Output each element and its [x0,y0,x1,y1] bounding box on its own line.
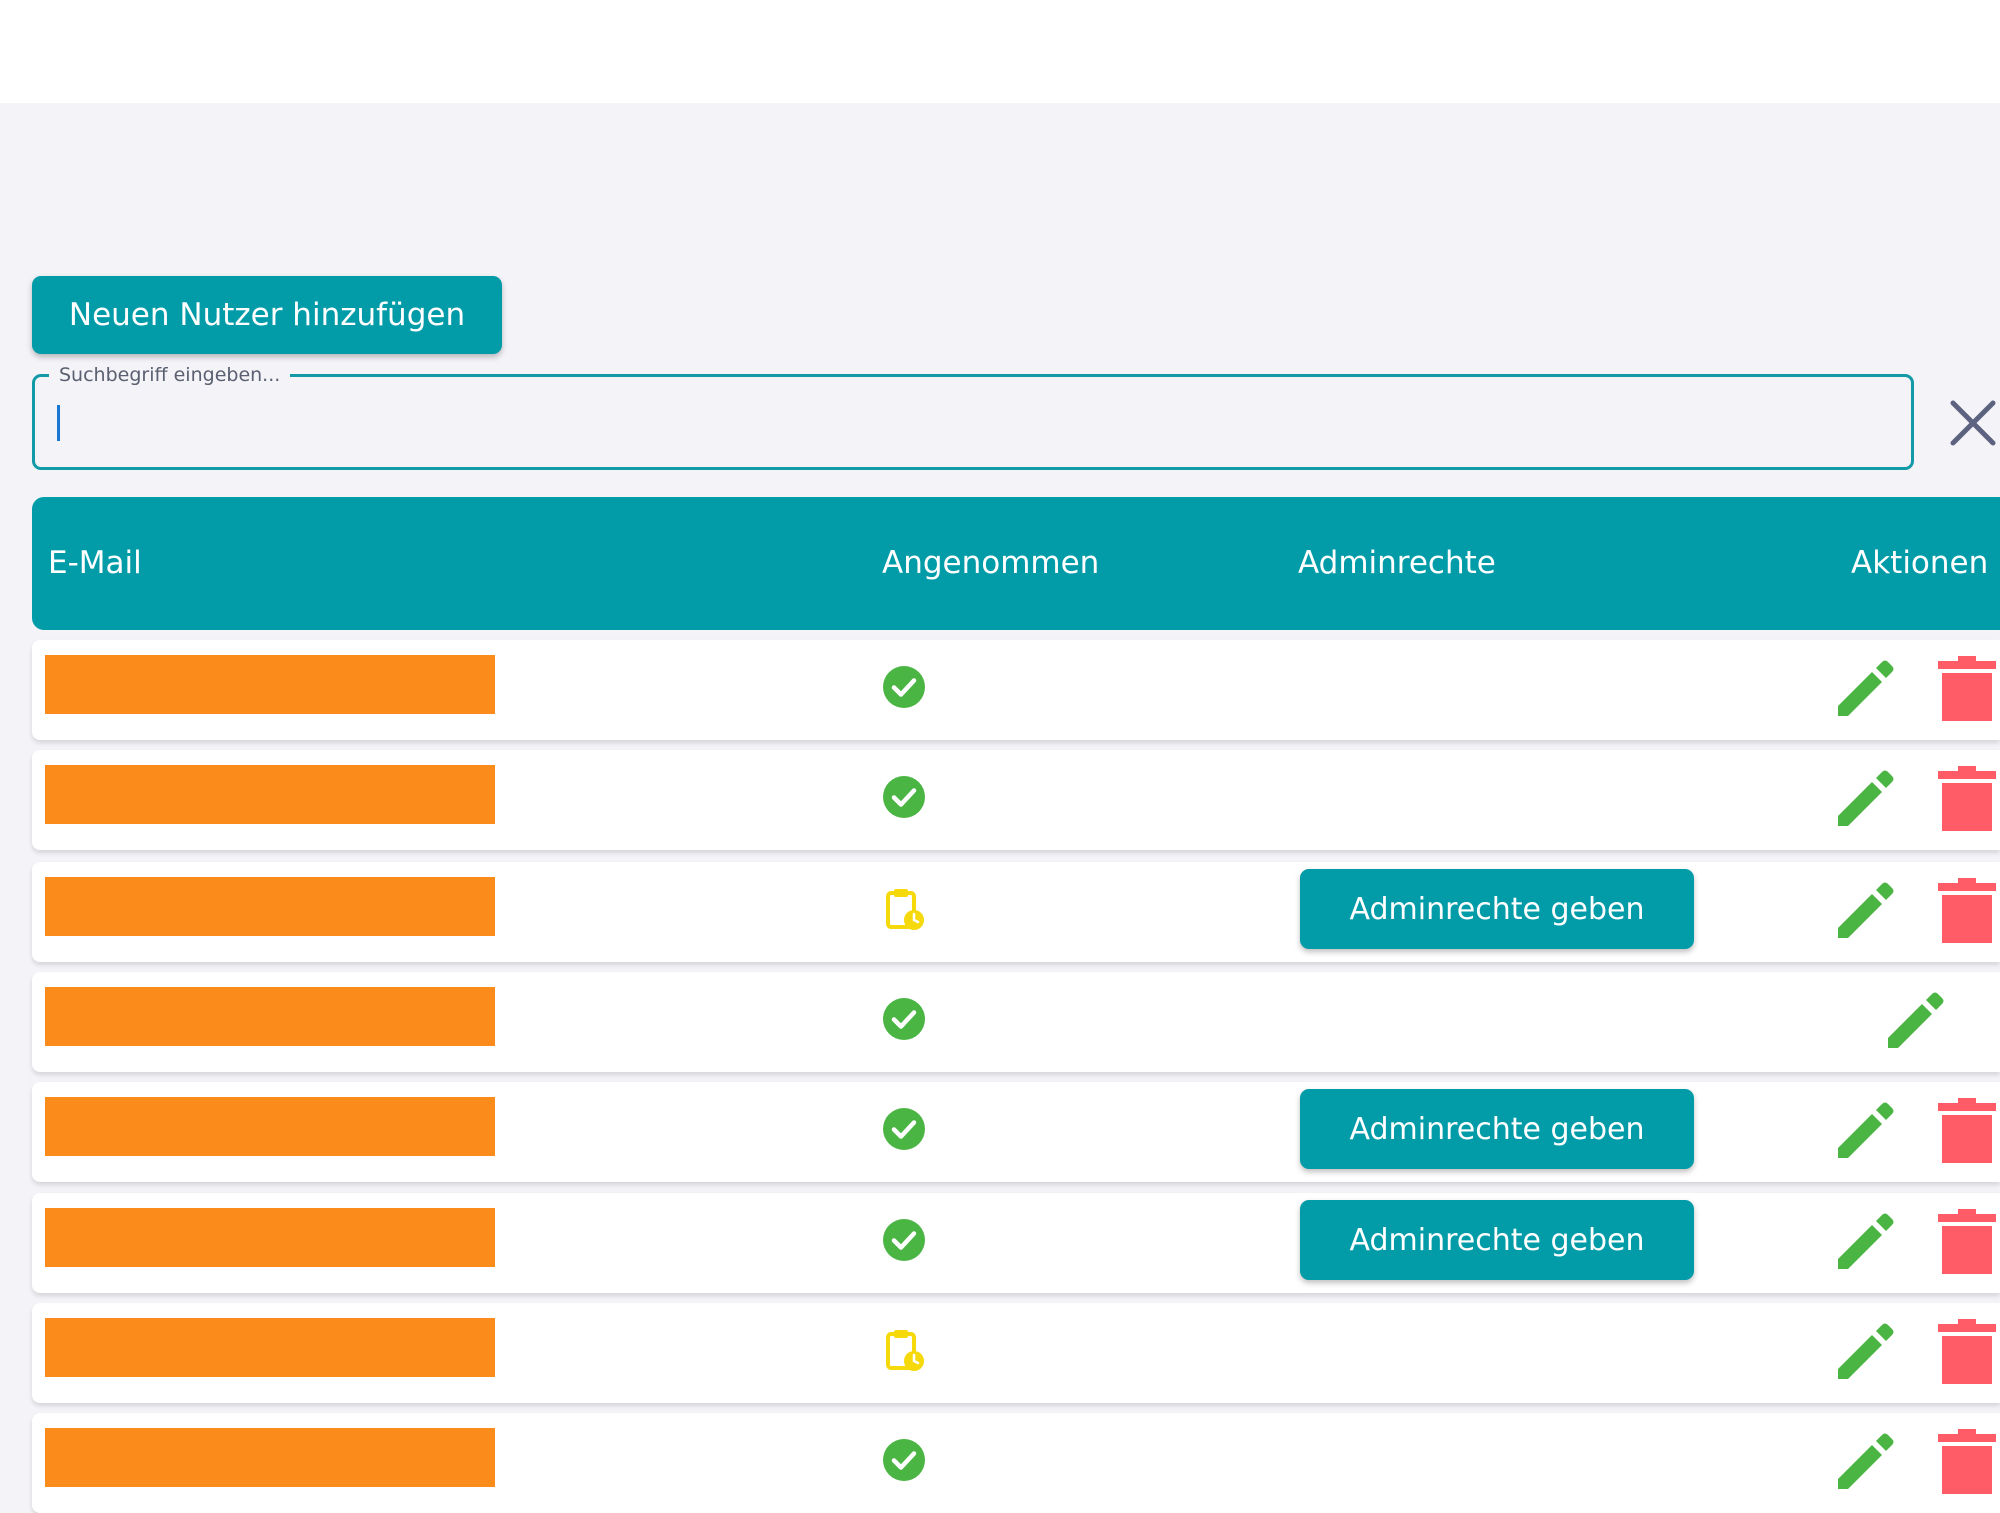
header-accepted[interactable]: Angenommen [882,497,1099,630]
pencil-icon[interactable] [1832,876,1900,944]
trash-icon[interactable] [1934,876,2000,944]
email-redacted [45,1208,495,1267]
header-actions: Aktionen [1851,545,1989,581]
pencil-icon[interactable] [1832,1427,1900,1495]
search-field[interactable]: Suchbegriff eingeben... [32,363,1914,470]
table-row [32,972,2000,1072]
trash-icon[interactable] [1934,1427,2000,1495]
add-user-button[interactable]: Neuen Nutzer hinzufügen [32,276,502,354]
table-row: Adminrechte geben [32,1193,2000,1293]
email-redacted [45,1428,495,1487]
table-row: Adminrechte geben [32,1082,2000,1182]
pencil-icon[interactable] [1832,1096,1900,1164]
email-redacted [45,877,495,936]
grant-admin-button[interactable]: Adminrechte geben [1300,1089,1694,1169]
pencil-icon[interactable] [1832,1317,1900,1385]
check-circle-icon [883,776,925,818]
table-row: Adminrechte geben [32,862,2000,962]
table-header: E-Mail Angenommen Adminrechte Aktionen [32,497,2000,630]
pencil-icon[interactable] [1832,654,1900,722]
check-circle-icon [883,1108,925,1150]
pencil-icon[interactable] [1832,1207,1900,1275]
clipboard-clock-icon [886,1330,924,1371]
email-redacted [45,655,495,714]
table-row [32,640,2000,740]
search-label: Suchbegriff eingeben... [49,363,291,387]
header-admin[interactable]: Adminrechte [1298,497,1496,630]
table-row [32,750,2000,850]
text-cursor [57,405,60,441]
trash-icon[interactable] [1934,1317,2000,1385]
close-icon[interactable] [1946,396,2000,450]
header-email[interactable]: E-Mail [48,497,142,630]
check-circle-icon [883,1439,925,1481]
grant-admin-button[interactable]: Adminrechte geben [1300,1200,1694,1280]
clipboard-clock-icon [886,889,924,930]
pencil-icon[interactable] [1832,764,1900,832]
check-circle-icon [883,998,925,1040]
trash-icon[interactable] [1934,654,2000,722]
email-redacted [45,1318,495,1377]
check-circle-icon [883,666,925,708]
top-bar [0,0,2000,103]
search-input[interactable] [53,399,1887,447]
email-redacted [45,765,495,824]
check-circle-icon [883,1219,925,1261]
trash-icon[interactable] [1934,764,2000,832]
trash-icon[interactable] [1934,1096,2000,1164]
pencil-icon[interactable] [1882,986,1950,1054]
email-redacted [45,1097,495,1156]
trash-icon[interactable] [1934,1207,2000,1275]
table-row [32,1413,2000,1513]
email-redacted [45,987,495,1046]
table-row [32,1303,2000,1403]
grant-admin-button[interactable]: Adminrechte geben [1300,869,1694,949]
